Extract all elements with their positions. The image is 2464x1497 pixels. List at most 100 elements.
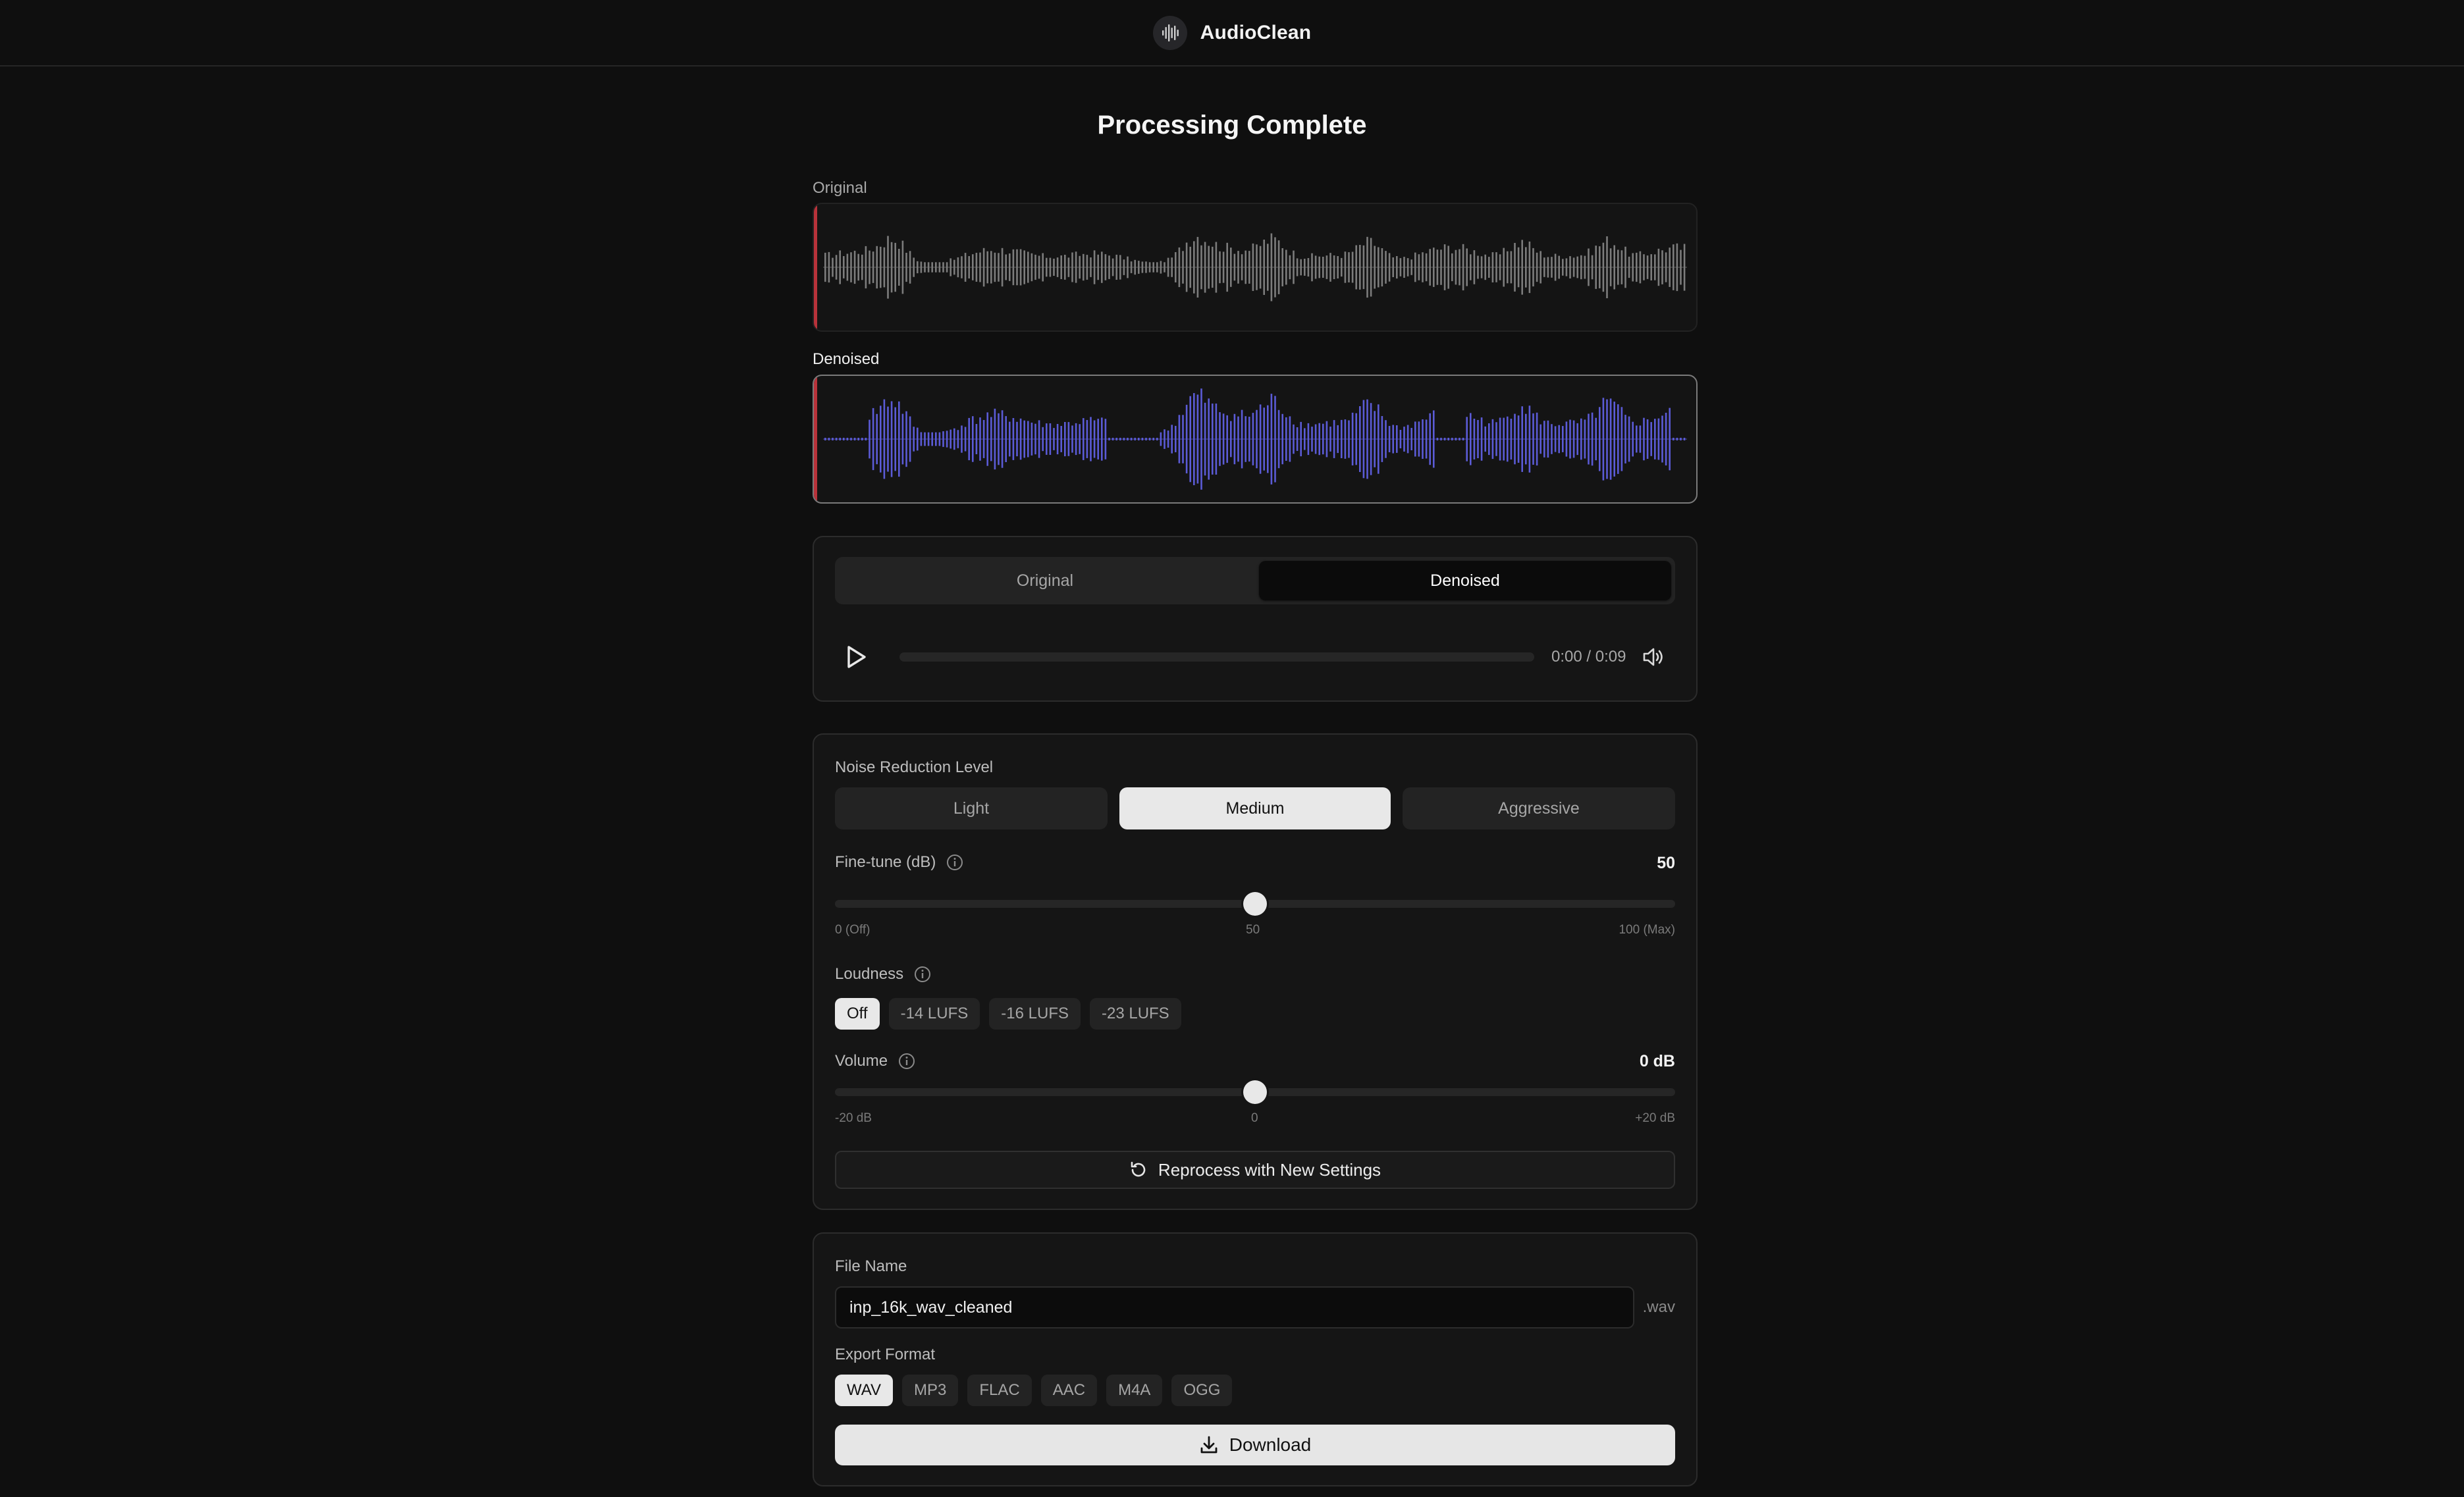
level-medium-button[interactable]: Medium [1119,787,1391,829]
tab-original[interactable]: Original [839,561,1251,600]
brand[interactable]: AudioClean [1152,15,1312,50]
waveform-bar [1185,242,1188,292]
play-icon [847,646,866,668]
waveform-bar [1145,261,1147,273]
waveform-bar [861,254,863,280]
waveform-bar [1130,261,1133,273]
waveform-bar [1385,251,1387,284]
file-name-input[interactable] [835,1286,1634,1328]
waveform-bar [1620,407,1623,471]
format-aac-button[interactable]: AAC [1040,1375,1098,1406]
finetune-slider-thumb[interactable] [1243,892,1267,916]
waveform-bar [1403,257,1405,278]
waveform-bar [1673,438,1674,440]
waveform-bar [1023,250,1025,284]
waveform-bar [1348,252,1350,282]
waveform-bar [1259,404,1262,474]
volume-slider-thumb[interactable] [1243,1080,1267,1104]
waveform-bar [872,407,874,471]
waveform-bar [1470,413,1472,465]
waveform-bar [1507,251,1509,284]
waveform-bar [1447,438,1449,440]
denoised-playhead[interactable] [814,376,817,502]
info-icon[interactable] [898,1053,915,1070]
format-ogg-button[interactable]: OGG [1171,1375,1233,1406]
loudness-16-button[interactable]: -16 LUFS [989,998,1081,1030]
waveform-bar [1204,402,1206,476]
waveform-bar [1075,251,1077,283]
waveform-bar [1083,418,1085,460]
waveform-bar [880,246,882,288]
waveform-bar [1609,398,1612,480]
format-wav-button[interactable]: WAV [835,1375,893,1406]
reprocess-button[interactable]: Reprocess with New Settings [835,1151,1675,1189]
waveform-bar [1141,438,1144,440]
waveform-bar [1226,415,1228,463]
waveform-bar [901,413,904,465]
waveform-bar [1115,438,1117,440]
tab-denoised[interactable]: Denoised [1259,561,1671,600]
download-button[interactable]: Download [835,1425,1675,1465]
audio-player: 0:00 / 0:09 [835,636,1675,678]
waveform-bar [1388,426,1391,452]
loudness-off-button[interactable]: Off [835,998,880,1030]
play-button[interactable] [835,636,877,678]
waveform-bar [1226,242,1228,292]
waveform-bar [828,251,830,283]
waveform-bar [1451,253,1453,282]
waveform-bar [865,438,867,440]
waveform-bar [887,236,889,299]
info-icon[interactable] [946,854,963,871]
format-flac-button[interactable]: FLAC [967,1375,1032,1406]
waveform-bar [1507,416,1509,462]
waveform-bar [968,256,970,278]
finetune-label: Fine-tune (dB) [835,853,963,872]
waveform-bar [1318,423,1320,456]
waveform-bar [1362,245,1365,290]
waveform-bar [1138,261,1140,274]
app-name: AudioClean [1200,21,1312,43]
playback-progress-bar[interactable] [899,652,1534,662]
waveform-bar [1267,244,1269,291]
waveform-bar [1440,438,1442,440]
finetune-slider[interactable] [835,891,1675,917]
volume-button[interactable] [1640,644,1667,670]
waveform-bar [1171,425,1173,454]
original-waveform[interactable] [813,203,1698,332]
waveform-bar [909,416,911,462]
volume-slider[interactable] [835,1079,1675,1105]
waveform-bar [1270,394,1273,485]
waveform-bar [883,247,886,288]
waveform-bar [998,413,1000,465]
format-mp3-button[interactable]: MP3 [902,1375,959,1406]
waveform-bar [1602,242,1605,292]
waveform-bar [1115,254,1117,280]
waveform-bar [1620,250,1623,284]
level-light-button[interactable]: Light [835,787,1108,829]
waveform-bar [1148,262,1151,273]
waveform-bar [1097,254,1099,280]
waveform-bar [1613,402,1615,477]
waveform-bar [850,252,852,282]
info-icon[interactable] [914,966,931,983]
waveform-bar [1067,257,1070,277]
denoised-waveform[interactable] [813,375,1698,504]
waveform-bar [843,438,845,440]
waveform-bar [1414,421,1416,457]
waveform-bar [1366,236,1368,298]
original-playhead[interactable] [814,204,817,330]
waveform-bar [1406,425,1409,454]
format-m4a-button[interactable]: M4A [1106,1375,1163,1406]
level-aggressive-button[interactable]: Aggressive [1403,787,1675,829]
loudness-14-button[interactable]: -14 LUFS [888,998,980,1030]
loudness-23-button[interactable]: -23 LUFS [1089,998,1181,1030]
waveform-bar [1009,421,1011,457]
waveform-bar [1517,415,1520,463]
waveform-bar [1547,420,1549,458]
waveform-bar [1156,262,1158,273]
waveform-bar [1488,423,1490,456]
waveform-bar [1595,246,1597,289]
waveform-bar [1289,416,1291,462]
waveform-bar [1488,257,1490,278]
waveform-bar [1429,249,1431,286]
